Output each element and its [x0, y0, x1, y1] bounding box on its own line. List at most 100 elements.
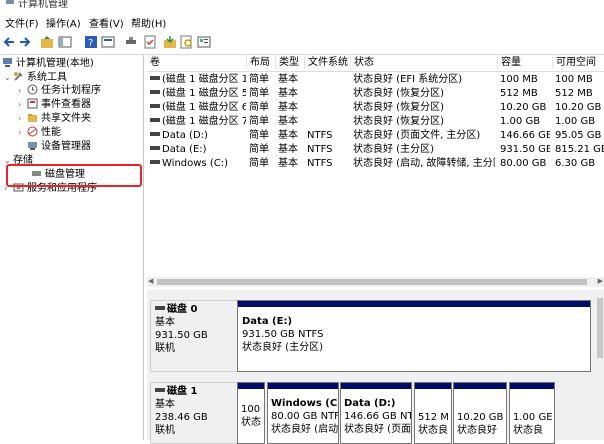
expand-down-icon[interactable]: ⌄	[4, 71, 13, 85]
menu-help[interactable]: 帮助(H)	[131, 15, 166, 30]
tree-performance[interactable]: › 性能	[18, 126, 61, 140]
clock-icon	[27, 84, 38, 95]
table-row[interactable]: Windows (C:) 简单 基本 NTFS 状态良好 (启动, 故障转储, 主分区)…	[147, 156, 604, 170]
scroll-left-icon[interactable]: ◀	[148, 277, 153, 285]
volume-list: 卷 布局 类型 文件系统 状态 容量 可用空间 (磁盘 1 磁盘分区 1) 简单基…	[147, 55, 604, 293]
cell-text: 简单	[249, 130, 269, 141]
partition-size: 146.66 GB NTF	[344, 411, 412, 422]
cell-type: 基本	[275, 72, 302, 86]
checklist-icon[interactable]	[143, 35, 157, 49]
expand-right-icon[interactable]: ›	[18, 112, 27, 126]
col-filesystem[interactable]: 文件系统	[304, 55, 348, 69]
partition-size: 1.00 GE	[513, 412, 553, 423]
partition-status: 状态良好 (主分区)	[242, 342, 323, 353]
disk-1-status: 联机	[155, 425, 175, 436]
disk-0-name: 磁盘 0	[167, 304, 198, 315]
menu-view[interactable]: 查看(V)	[89, 15, 124, 30]
cell-text: 状态良好 (主分区)	[353, 144, 434, 155]
cell-type: 基本	[275, 86, 302, 100]
table-row[interactable]: Data (D:) 简单 基本 NTFS 状态良好 (页面文件, 主分区) 146.66 …	[147, 128, 604, 142]
cell-capacity: 10.20 GB	[497, 100, 550, 114]
view-icon[interactable]	[197, 35, 211, 49]
table-row[interactable]: Data (E:) 简单 基本 NTFS 状态良好 (主分区) 931.50 GB 815.…	[147, 142, 604, 156]
vertical-scrollbar[interactable]	[596, 290, 604, 440]
back-arrow-icon[interactable]	[2, 35, 16, 49]
up-folder-icon[interactable]	[40, 35, 54, 49]
horizontal-scrollbar[interactable]: ◀ ▶	[147, 277, 604, 287]
tree-device-manager[interactable]: 设备管理器	[27, 140, 91, 154]
cell-text: 1.00 GB	[500, 116, 541, 127]
col-layout[interactable]: 布局	[246, 55, 274, 69]
cell-text: 基本	[278, 144, 298, 155]
cell-text: 基本	[278, 158, 298, 169]
cell-volume: (磁盘 1 磁盘分区 6)	[147, 100, 246, 114]
cell-text: 简单	[249, 158, 269, 169]
col-volume[interactable]: 卷	[147, 55, 246, 69]
col-capacity[interactable]: 容量	[497, 55, 551, 69]
import-icon[interactable]	[163, 35, 177, 49]
partition-cap	[415, 383, 451, 389]
vertical-scroll-thumb[interactable]	[597, 298, 603, 358]
partition-disk1-recovery-7[interactable]: 1.00 GE 状态良	[509, 382, 555, 444]
table-row[interactable]: (磁盘 1 磁盘分区 1) 简单 基本 状态良好 (EFI 系统分区) 100 MB 10…	[147, 72, 604, 86]
col-type[interactable]: 类型	[275, 55, 303, 69]
cell-volume: (磁盘 1 磁盘分区 7)	[147, 114, 246, 128]
tree-root-label: 计算机管理(本地)	[16, 58, 94, 69]
cell-text: 状态良好 (页面文件, 主分区)	[353, 130, 481, 141]
help-icon[interactable]: ?	[84, 35, 98, 49]
console-tree-icon[interactable]	[58, 35, 72, 49]
cell-status: 状态良好 (恢复分区)	[350, 114, 495, 128]
cell-text: 80.00 GB	[500, 158, 547, 169]
disk-1-label[interactable]: 磁盘 1 基本 238.46 GB 联机	[150, 382, 240, 444]
partition-disk1-recovery-5[interactable]: 512 M 状态良	[414, 382, 452, 444]
cell-text: 1.00 GB	[555, 116, 596, 127]
tree-system-tools[interactable]: ⌄ 系统工具	[4, 71, 67, 85]
partition-status: 状态	[241, 417, 261, 428]
cell-type: 基本	[275, 114, 302, 128]
disk-1-name: 磁盘 1	[167, 386, 198, 397]
shared-folder-icon	[27, 112, 38, 123]
cell-text: Data (D:)	[162, 130, 208, 141]
partition-disk1-c[interactable]: Windows (C 80.00 GB NTF 状态良好 (启动	[267, 382, 339, 444]
scroll-thumb[interactable]	[157, 279, 587, 285]
tree-shared-folders[interactable]: › 共享文件夹	[18, 112, 91, 126]
partition-disk1-recovery-6[interactable]: 10.20 GB 状态良好	[453, 382, 507, 444]
cell-free-space: 100 MB	[552, 72, 604, 86]
col-status[interactable]: 状态	[350, 55, 496, 69]
cell-text: 基本	[278, 116, 298, 127]
expand-right-icon[interactable]: ›	[18, 126, 27, 140]
cell-text: 状态良好 (EFI 系统分区)	[353, 74, 463, 85]
volume-icon	[150, 160, 160, 164]
disk-icon	[155, 306, 165, 310]
partition-disk0-e[interactable]: Data (E:) 931.50 GB NTFS 状态良好 (主分区)	[237, 300, 591, 372]
table-row[interactable]: (磁盘 1 磁盘分区 6) 简单 基本 状态良好 (恢复分区) 10.20 GB 10.2…	[147, 100, 604, 114]
menu-bar: 文件(F) 操作(A) 查看(V) 帮助(H)	[0, 12, 604, 32]
partition-disk1-d[interactable]: Data (D:) 146.66 GB NTF 状态良好 (页面	[340, 382, 412, 444]
properties-icon[interactable]	[101, 35, 115, 49]
table-row[interactable]: (磁盘 1 磁盘分区 7) 简单 基本 状态良好 (恢复分区) 1.00 GB 1.00 …	[147, 114, 604, 128]
cell-text: 状态良好 (恢复分区)	[353, 102, 444, 113]
volume-icon	[150, 118, 160, 122]
forward-arrow-icon[interactable]	[18, 35, 32, 49]
partition-name: Data (D:)	[344, 398, 396, 409]
disk-0-label[interactable]: 磁盘 0 基本 931.50 GB 联机	[150, 300, 240, 372]
scroll-right-icon[interactable]: ▶	[598, 277, 603, 285]
menu-file[interactable]: 文件(F)	[5, 15, 39, 30]
table-row[interactable]: (磁盘 1 磁盘分区 5) 简单 基本 状态良好 (恢复分区) 512 MB 512 MB	[147, 86, 604, 100]
menu-action[interactable]: 操作(A)	[46, 15, 81, 30]
partition-disk1-efi[interactable]: 100 状态	[237, 382, 265, 444]
expand-right-icon[interactable]: ›	[18, 98, 27, 112]
title-bar: 计算机管理	[0, 0, 604, 10]
disk-1-size: 238.46 GB	[155, 412, 208, 423]
cell-text: 简单	[249, 74, 269, 85]
tree-task-scheduler[interactable]: › 任务计划程序	[18, 84, 101, 98]
col-free-space[interactable]: 可用空间	[552, 55, 604, 69]
cell-text: 基本	[278, 102, 298, 113]
volume-icon	[150, 146, 160, 150]
expand-right-icon[interactable]: ›	[18, 84, 27, 98]
tree-root[interactable]: 计算机管理(本地)	[2, 57, 94, 71]
search-icon[interactable]	[180, 35, 194, 49]
partition-cap	[510, 383, 554, 389]
connect-icon[interactable]	[124, 35, 138, 49]
tree-event-viewer[interactable]: › 事件查看器	[18, 98, 91, 112]
